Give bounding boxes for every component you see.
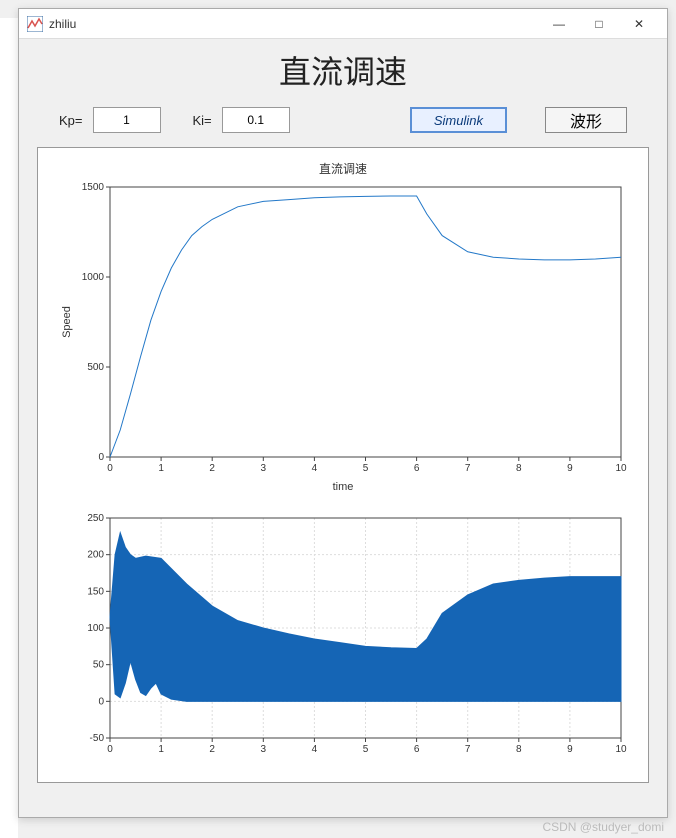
svg-text:5: 5 xyxy=(363,463,369,474)
svg-text:7: 7 xyxy=(465,744,471,755)
kp-input[interactable] xyxy=(93,107,161,133)
close-button[interactable]: ✕ xyxy=(619,10,659,38)
svg-text:1500: 1500 xyxy=(82,182,105,193)
svg-text:4: 4 xyxy=(312,463,318,474)
svg-text:6: 6 xyxy=(414,463,420,474)
svg-text:10: 10 xyxy=(615,744,627,755)
maximize-button[interactable]: □ xyxy=(579,10,619,38)
page-title: 直流调速 xyxy=(19,39,667,107)
kp-label: Kp= xyxy=(59,113,83,128)
svg-text:50: 50 xyxy=(93,660,105,671)
current-chart: 012345678910-50050100150200250 xyxy=(50,510,636,770)
ki-input[interactable] xyxy=(222,107,290,133)
svg-text:9: 9 xyxy=(567,744,573,755)
svg-text:100: 100 xyxy=(87,623,104,634)
chart1-title: 直流调速 xyxy=(50,160,636,177)
svg-text:Speed: Speed xyxy=(61,306,73,338)
svg-text:500: 500 xyxy=(87,362,104,373)
svg-text:3: 3 xyxy=(261,744,267,755)
simulink-button[interactable]: Simulink xyxy=(410,107,507,133)
svg-text:9: 9 xyxy=(567,463,573,474)
svg-text:200: 200 xyxy=(87,550,104,561)
svg-text:2: 2 xyxy=(209,463,215,474)
svg-text:1: 1 xyxy=(158,463,164,474)
ki-label: Ki= xyxy=(193,113,212,128)
svg-text:-50: -50 xyxy=(90,733,105,744)
controls-row: Kp= Ki= Simulink 波形 xyxy=(19,107,667,147)
window-title: zhiliu xyxy=(49,17,539,31)
app-icon xyxy=(27,16,43,32)
svg-text:4: 4 xyxy=(312,744,318,755)
svg-text:0: 0 xyxy=(98,452,104,463)
svg-text:1: 1 xyxy=(158,744,164,755)
svg-text:150: 150 xyxy=(87,586,104,597)
watermark: CSDN @studyer_domi xyxy=(542,820,664,834)
titlebar: zhiliu — □ ✕ xyxy=(19,9,667,39)
svg-text:10: 10 xyxy=(615,463,627,474)
svg-text:8: 8 xyxy=(516,463,522,474)
svg-text:6: 6 xyxy=(414,744,420,755)
svg-text:0: 0 xyxy=(98,696,104,707)
svg-text:0: 0 xyxy=(107,463,113,474)
svg-text:1000: 1000 xyxy=(82,272,105,283)
chart-panel: 直流调速 012345678910050010001500Speed time … xyxy=(37,147,649,783)
minimize-button[interactable]: — xyxy=(539,10,579,38)
svg-text:250: 250 xyxy=(87,513,104,524)
svg-text:7: 7 xyxy=(465,463,471,474)
svg-text:0: 0 xyxy=(107,744,113,755)
svg-text:5: 5 xyxy=(363,744,369,755)
svg-text:3: 3 xyxy=(261,463,267,474)
waveform-button[interactable]: 波形 xyxy=(545,107,627,133)
app-window: zhiliu — □ ✕ 直流调速 Kp= Ki= Simulink 波形 直流… xyxy=(18,8,668,818)
chart1-xlabel: time xyxy=(50,481,636,493)
svg-text:8: 8 xyxy=(516,744,522,755)
speed-chart: 直流调速 0 1 2 3 4 5 6 7 8 9 10 0 500 1000 1500 Speed time xyxy=(50,160,636,490)
svg-text:2: 2 xyxy=(209,744,215,755)
